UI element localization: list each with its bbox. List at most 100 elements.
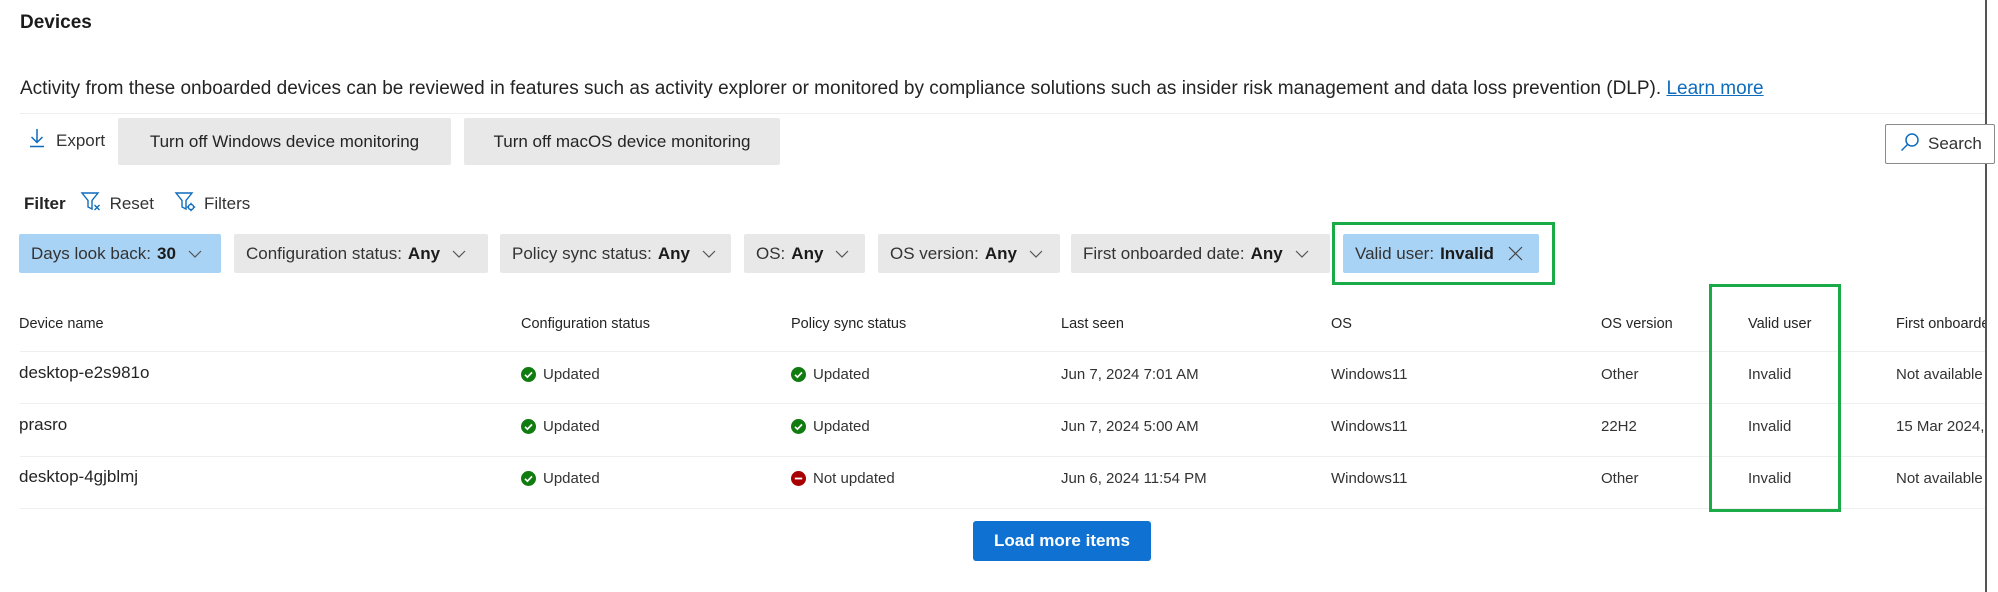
column-header-configuration-status[interactable]: Configuration status bbox=[521, 316, 650, 332]
column-header-last-seen[interactable]: Last seen bbox=[1061, 316, 1124, 332]
filter-pill-valid-user[interactable]: Valid user: Invalid bbox=[1343, 234, 1539, 273]
export-label: Export bbox=[56, 130, 106, 150]
chevron-down-icon bbox=[1295, 250, 1309, 258]
cell-last-seen: Jun 7, 2024 7:01 AM bbox=[1061, 366, 1199, 383]
pill-label: Days look back: bbox=[31, 243, 151, 263]
filter-reset-icon bbox=[80, 190, 102, 217]
row-divider bbox=[20, 351, 1985, 352]
cell-os-version: 22H2 bbox=[1601, 418, 1637, 435]
column-header-valid-user[interactable]: Valid user bbox=[1748, 316, 1811, 332]
cell-valid-user: Invalid bbox=[1748, 470, 1791, 487]
filter-pill-os[interactable]: OS: Any bbox=[744, 234, 865, 273]
reset-filters-button[interactable]: Reset bbox=[80, 190, 154, 217]
filter-bar: Filter Reset Filters bbox=[24, 190, 270, 217]
filter-pill-policy-sync-status[interactable]: Policy sync status: Any bbox=[500, 234, 731, 273]
cell-text: Invalid bbox=[1748, 418, 1792, 435]
cell-text: prasro bbox=[19, 415, 68, 434]
cell-text: Not available bbox=[1896, 366, 1983, 383]
cell-text: Updated bbox=[543, 366, 600, 383]
cell-device-name[interactable]: desktop-e2s981o bbox=[19, 363, 149, 383]
check-circle-icon bbox=[521, 419, 536, 434]
cell-configuration-status: Updated bbox=[521, 418, 600, 435]
cell-text: Updated bbox=[543, 418, 600, 435]
blocked-circle-icon bbox=[791, 471, 806, 486]
cell-configuration-status: Updated bbox=[521, 366, 600, 383]
pill-value: Any bbox=[1250, 243, 1283, 263]
filters-label: Filters bbox=[203, 193, 251, 213]
cell-text: Updated bbox=[813, 366, 870, 383]
cell-device-name[interactable]: desktop-4gjblmj bbox=[19, 467, 138, 487]
check-circle-icon bbox=[521, 367, 536, 382]
page-description: Activity from these onboarded devices ca… bbox=[20, 78, 1764, 100]
cell-last-seen: Jun 6, 2024 11:54 PM bbox=[1061, 470, 1207, 487]
cell-first-onboarded: 15 Mar 2024, 4 bbox=[1896, 418, 1985, 435]
check-circle-icon bbox=[521, 471, 536, 486]
cell-text: Updated bbox=[813, 418, 870, 435]
cell-text: Not updated bbox=[813, 470, 895, 487]
cell-text: Jun 7, 2024 5:00 AM bbox=[1061, 418, 1199, 435]
cell-text: Not available bbox=[1896, 470, 1983, 487]
filter-pill-first-onboarded-date[interactable]: First onboarded date: Any bbox=[1071, 234, 1330, 273]
turn-off-windows-monitoring-button[interactable]: Turn off Windows device monitoring bbox=[118, 118, 451, 165]
cell-text: Windows11 bbox=[1331, 418, 1408, 435]
cell-text: desktop-e2s981o bbox=[19, 363, 150, 382]
cell-valid-user: Invalid bbox=[1748, 418, 1791, 435]
pill-value: Any bbox=[984, 243, 1017, 263]
chevron-down-icon bbox=[452, 250, 466, 258]
row-divider bbox=[20, 508, 1985, 509]
cell-text: Invalid bbox=[1748, 366, 1792, 383]
cell-policy-sync-status: Updated bbox=[791, 366, 870, 383]
cell-text: Updated bbox=[543, 470, 600, 487]
cell-text: Windows11 bbox=[1331, 470, 1408, 487]
load-more-button[interactable]: Load more items bbox=[973, 521, 1151, 561]
divider bbox=[20, 113, 1985, 114]
learn-more-link[interactable]: Learn more bbox=[1666, 78, 1763, 99]
filters-button[interactable]: Filters bbox=[174, 190, 250, 217]
row-divider bbox=[20, 456, 1985, 457]
page-title: Devices bbox=[20, 12, 92, 33]
reset-label: Reset bbox=[109, 193, 154, 213]
chevron-down-icon bbox=[702, 250, 716, 258]
column-header-os-version[interactable]: OS version bbox=[1601, 316, 1673, 332]
cell-text: 15 Mar 2024, 4 bbox=[1896, 418, 1985, 435]
chevron-down-icon bbox=[188, 250, 202, 258]
cell-text: Jun 7, 2024 7:01 AM bbox=[1061, 366, 1199, 383]
cell-os-version: Other bbox=[1601, 366, 1639, 383]
cell-text: Other bbox=[1601, 366, 1639, 383]
cell-text: desktop-4gjblmj bbox=[19, 467, 139, 486]
pill-label: OS: bbox=[756, 243, 786, 263]
cell-text: Windows11 bbox=[1331, 366, 1408, 383]
filter-pill-configuration-status[interactable]: Configuration status: Any bbox=[234, 234, 488, 273]
filter-label: Filter bbox=[24, 193, 66, 213]
download-icon bbox=[28, 128, 46, 153]
pill-label: Valid user: bbox=[1355, 243, 1435, 263]
column-header-os[interactable]: OS bbox=[1331, 316, 1352, 332]
cell-device-name[interactable]: prasro bbox=[19, 415, 67, 435]
cell-text: Other bbox=[1601, 470, 1639, 487]
cell-os-version: Other bbox=[1601, 470, 1639, 487]
turn-off-macos-monitoring-button[interactable]: Turn off macOS device monitoring bbox=[464, 118, 780, 165]
chevron-down-icon bbox=[1029, 250, 1043, 258]
export-button[interactable]: Export bbox=[28, 128, 105, 153]
pill-value: Any bbox=[657, 243, 690, 263]
cell-os: Windows11 bbox=[1331, 418, 1407, 435]
close-icon[interactable] bbox=[1508, 246, 1523, 261]
check-circle-icon bbox=[791, 419, 806, 434]
pill-label: OS version: bbox=[890, 243, 979, 263]
column-header-policy-sync-status[interactable]: Policy sync status bbox=[791, 316, 906, 332]
filter-pill-days-look-back[interactable]: Days look back: 30 bbox=[19, 234, 221, 273]
cell-first-onboarded: Not available bbox=[1896, 470, 1985, 487]
search-icon bbox=[1900, 132, 1920, 157]
search-box[interactable]: Search bbox=[1885, 124, 1995, 164]
column-header-device-name[interactable]: Device name bbox=[19, 316, 104, 332]
cell-first-onboarded: Not available bbox=[1896, 366, 1985, 383]
cell-os: Windows11 bbox=[1331, 470, 1407, 487]
cell-last-seen: Jun 7, 2024 5:00 AM bbox=[1061, 418, 1199, 435]
chevron-down-icon bbox=[835, 250, 849, 258]
pill-value: Invalid bbox=[1440, 243, 1494, 263]
pill-value: Any bbox=[407, 243, 441, 263]
filter-pill-os-version[interactable]: OS version: Any bbox=[878, 234, 1060, 273]
cell-os: Windows11 bbox=[1331, 366, 1407, 383]
filter-settings-icon bbox=[174, 190, 196, 217]
column-header-first-onboarded[interactable]: First onboarde bbox=[1896, 316, 1985, 332]
